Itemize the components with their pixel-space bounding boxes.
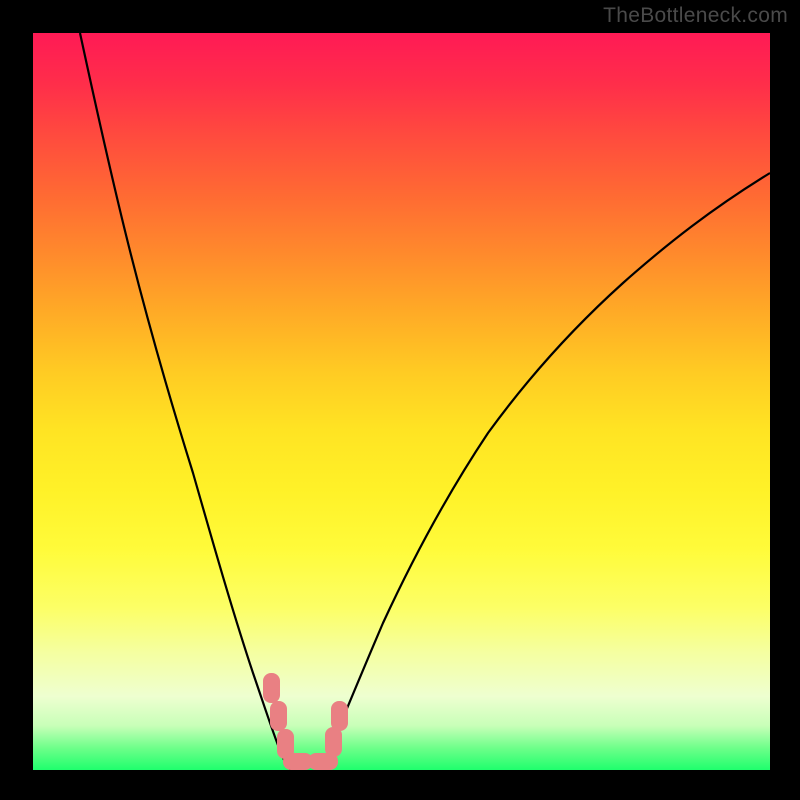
watermark-text: TheBottleneck.com xyxy=(603,4,788,28)
plot-area xyxy=(33,33,770,770)
chart-container: TheBottleneck.com xyxy=(0,0,800,800)
right-curve xyxy=(321,173,770,770)
optimal-zone-markers xyxy=(263,673,348,770)
curves-svg xyxy=(33,33,770,770)
left-curve xyxy=(80,33,291,770)
